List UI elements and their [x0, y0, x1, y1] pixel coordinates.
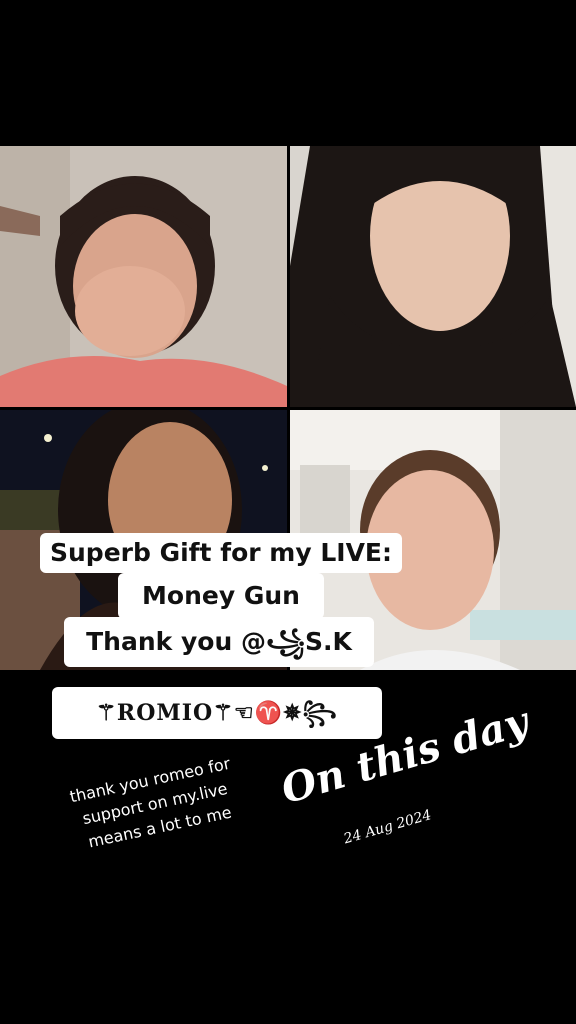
gift-caption-line-3: Thank you @꧁S.K: [64, 617, 374, 667]
video-tile-participant-2[interactable]: [290, 146, 576, 407]
participant-1-video: [0, 146, 287, 407]
memory-date: 24 Aug 2024: [342, 807, 434, 848]
thank-you-note: thank you romeo for support on my.live m…: [45, 747, 265, 861]
participant-2-video: [290, 146, 576, 407]
gift-caption-line-2: Money Gun: [118, 573, 324, 619]
gift-caption-line-1: Superb Gift for my LIVE:: [40, 533, 402, 573]
video-tile-participant-1[interactable]: [0, 146, 287, 407]
gift-caption-line-4: ⚚ROMIO⚚☜♈✵꧂: [52, 687, 382, 739]
